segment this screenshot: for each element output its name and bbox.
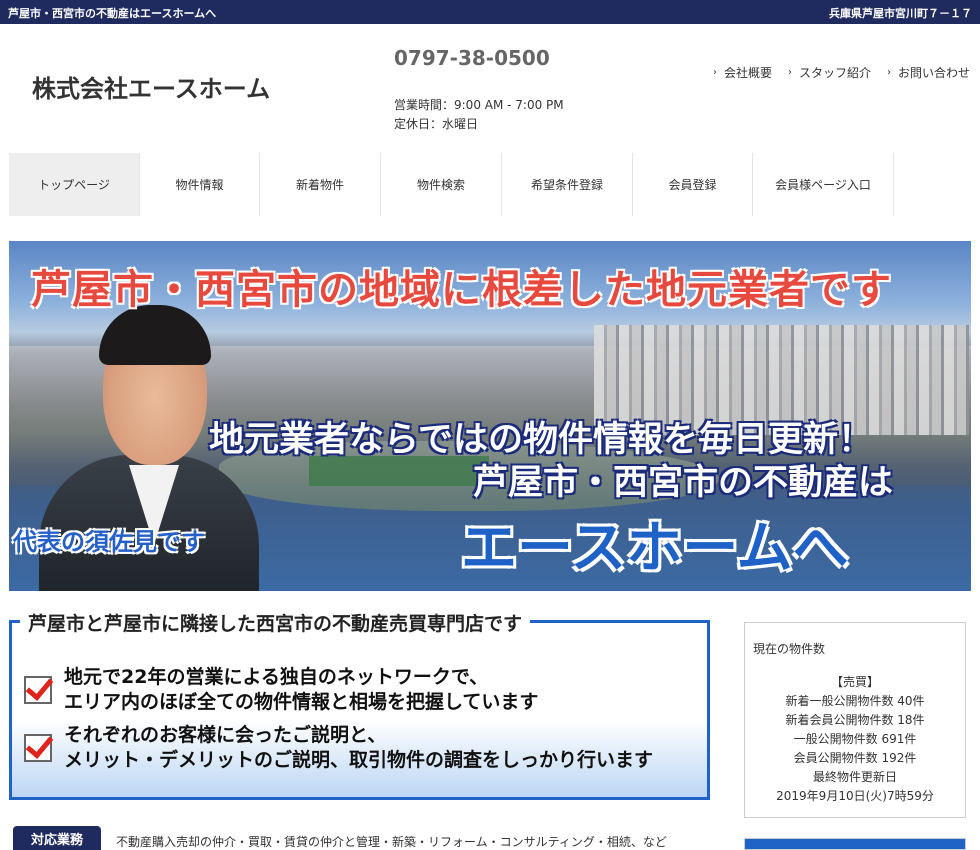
nav-item-preferences[interactable]: 希望条件登録 <box>502 153 633 216</box>
main-nav: トップページ 物件情報 新着物件 物件検索 希望条件登録 会員登録 会員様ページ… <box>9 153 971 216</box>
header: 株式会社エースホーム 0797-38-0500 営業時間：9:00 AM - 7… <box>0 24 980 152</box>
nav-item-search[interactable]: 物件検索 <box>381 153 502 216</box>
representative-caption: 代表の須佐見です <box>13 528 205 556</box>
nav-item-properties[interactable]: 物件情報 <box>140 153 260 216</box>
nav-item-top[interactable]: トップページ <box>9 153 140 216</box>
link-contact[interactable]: › お問い合わせ <box>887 64 970 81</box>
nav-item-new[interactable]: 新着物件 <box>260 153 381 216</box>
link-company-info[interactable]: › 会社概要 <box>713 64 772 81</box>
feature-point: それぞれのお客様に会ったご説明と、 メリット・デメリットのご説明、取引物件の調査… <box>24 723 653 773</box>
property-count-widget: 現在の物件数 【売買】 新着一般公開物件数 40件 新着会員公開物件数 18件 … <box>744 622 966 818</box>
hero-banner: 芦屋市・西宮市の地域に根差した地元業者です 地元業者ならではの物件情報を毎日更新… <box>9 241 971 591</box>
widget-title: 現在の物件数 <box>753 642 826 656</box>
sidebar-banner[interactable] <box>744 838 966 850</box>
top-bar: 芦屋市・西宮市の不動産はエースホームへ 兵庫県芦屋市宮川町７－１７ <box>0 0 980 24</box>
tagline: 芦屋市・西宮市の不動産はエースホームへ <box>8 7 217 20</box>
checkbox-icon <box>24 734 52 762</box>
address: 兵庫県芦屋市宮川町７－１７ <box>829 7 972 20</box>
link-staff[interactable]: › スタッフ紹介 <box>788 64 871 81</box>
phone-number[interactable]: 0797-38-0500 <box>394 46 550 70</box>
feature-title: 芦屋市と芦屋市に隣接した西宮市の不動産売買専門店です <box>20 609 531 636</box>
nav-item-member-login[interactable]: 会員様ページ入口 <box>753 153 894 216</box>
property-counts: 【売買】 新着一般公開物件数 40件 新着会員公開物件数 18件 一般公開物件数… <box>776 675 934 803</box>
chevron-right-icon: › <box>886 67 891 78</box>
chevron-right-icon: › <box>787 67 792 78</box>
banner-subheadline-2: 芦屋市・西宮市の不動産は <box>473 463 894 503</box>
banner-headline: 芦屋市・西宮市の地域に根差した地元業者です <box>31 267 892 313</box>
services-label: 対応業務 <box>13 826 101 850</box>
header-links: › 会社概要 › スタッフ紹介 › お問い合わせ <box>713 64 970 81</box>
services-text: 不動産購入売却の仲介・買取・賃貸の仲介と管理・新築・リフォーム・コンサルティング… <box>116 835 667 849</box>
business-hours: 営業時間：9:00 AM - 7:00 PM 定休日：水曜日 <box>394 96 564 134</box>
banner-brand: エースホームへ <box>461 516 849 581</box>
feature-box: 芦屋市と芦屋市に隣接した西宮市の不動産売買専門店です 地元で22年の営業による独… <box>9 609 710 800</box>
chevron-right-icon: › <box>712 67 717 78</box>
feature-point: 地元で22年の営業による独自のネットワークで、 エリア内のほぼ全ての物件情報と相… <box>24 665 538 715</box>
holiday-text: 定休日：水曜日 <box>394 117 479 131</box>
nav-item-register[interactable]: 会員登録 <box>633 153 753 216</box>
company-logo[interactable]: 株式会社エースホーム <box>32 69 270 104</box>
checkbox-icon <box>24 676 52 704</box>
hours-text: 営業時間：9:00 AM - 7:00 PM <box>394 98 564 112</box>
